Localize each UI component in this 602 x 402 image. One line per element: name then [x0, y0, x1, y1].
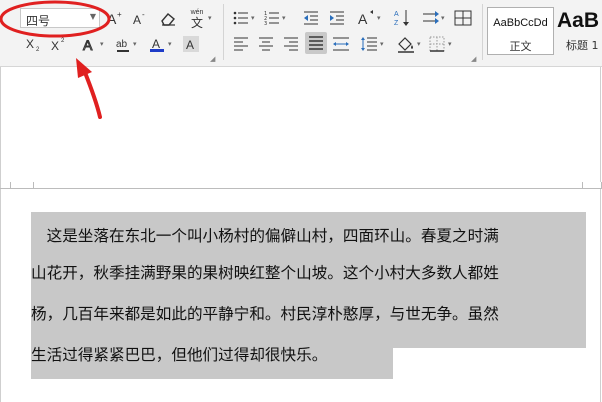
annotation-arrow	[82, 68, 102, 119]
annotation-overlay	[0, 0, 111, 119]
annotation-ellipse	[0, 0, 111, 38]
annotation-arrowhead	[76, 58, 92, 78]
